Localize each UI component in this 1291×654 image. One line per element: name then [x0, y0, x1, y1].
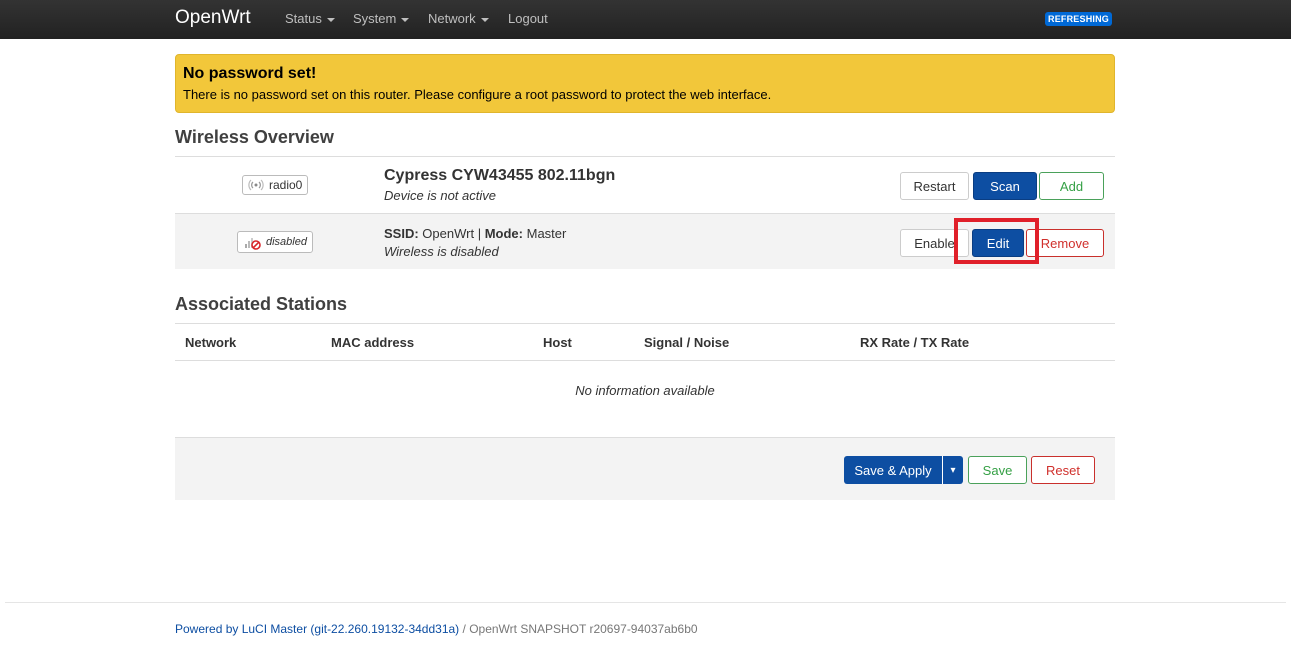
column-header-signal: Signal / Noise — [644, 335, 730, 350]
mode-label: Mode: — [484, 226, 523, 241]
save-apply-dropdown-toggle[interactable]: ▾ — [942, 456, 963, 484]
column-header-network: Network — [185, 335, 237, 350]
caret-down-icon — [326, 17, 335, 22]
radio-title: Cypress CYW43455 802.11bgn — [384, 167, 616, 184]
save-apply-button[interactable]: Save & Apply — [844, 456, 942, 484]
column-header-mac: MAC address — [331, 335, 415, 350]
associated-stations-heading: Associated Stations — [175, 294, 348, 314]
wifi-disabled-icon — [245, 238, 261, 250]
alert-text: There is no password set on this router.… — [183, 87, 772, 102]
save-apply-split-button: Save & Apply ▾ — [844, 456, 963, 484]
reset-button[interactable]: Reset — [1031, 456, 1095, 484]
radio-status: Device is not active — [384, 188, 496, 203]
add-button[interactable]: Add — [1039, 172, 1104, 200]
network-status-badge: disabled — [237, 231, 313, 253]
restart-button[interactable]: Restart — [900, 172, 969, 200]
menu-status-label: Status — [285, 11, 322, 26]
network-status: Wireless is disabled — [384, 244, 499, 259]
chevron-down-icon: ▾ — [950, 464, 956, 476]
brand-logo[interactable]: OpenWrt — [175, 7, 251, 29]
wifi-signal-icon — [248, 179, 264, 191]
menu-status[interactable]: Status — [285, 11, 335, 26]
form-actions-bar: Save & Apply ▾ Save Reset — [175, 437, 1115, 500]
top-navbar: OpenWrt Status System Network Logout REF… — [0, 0, 1291, 39]
no-password-alert: No password set! There is no password se… — [175, 54, 1115, 113]
menu-network-label: Network — [428, 11, 476, 26]
network-info: SSID: OpenWrt | Mode: Master — [384, 226, 566, 241]
footer-divider — [5, 602, 1286, 603]
radio-badge: radio0 — [242, 175, 309, 195]
radio-row: radio0 Cypress CYW43455 802.11bgn Device… — [175, 156, 1115, 213]
info-separator: | — [477, 226, 482, 241]
menu-system-label: System — [353, 11, 397, 26]
menu-logout-label: Logout — [508, 11, 548, 26]
scan-button[interactable]: Scan — [973, 172, 1037, 200]
menu-logout[interactable]: Logout — [508, 11, 548, 26]
column-header-host: Host — [543, 335, 572, 350]
ssid-label: SSID: — [384, 226, 419, 241]
associated-stations-table: Network MAC address Host Signal / Noise … — [175, 323, 1115, 421]
caret-down-icon — [401, 17, 410, 22]
stations-table-header: Network MAC address Host Signal / Noise … — [175, 323, 1115, 361]
mode-value: Master — [526, 226, 567, 241]
save-button[interactable]: Save — [968, 456, 1027, 484]
menu-network[interactable]: Network — [428, 11, 489, 26]
radio-badge-label: radio0 — [269, 178, 303, 192]
edit-button-highlight — [954, 218, 1039, 264]
column-header-rate: RX Rate / TX Rate — [860, 335, 970, 350]
stations-empty-message: No information available — [575, 383, 715, 398]
wireless-overview-heading: Wireless Overview — [175, 127, 334, 147]
alert-title: No password set! — [183, 65, 317, 82]
openwrt-version-text: / OpenWrt SNAPSHOT r20697-94037ab6b0 — [459, 622, 698, 636]
luci-version-link[interactable]: Powered by LuCI Master (git-22.260.19132… — [175, 622, 459, 636]
ssid-value: OpenWrt — [422, 226, 475, 241]
network-status-label: disabled — [266, 236, 307, 248]
caret-down-icon — [480, 17, 489, 22]
page-footer: Powered by LuCI Master (git-22.260.19132… — [175, 622, 698, 636]
menu-system[interactable]: System — [353, 11, 410, 26]
refreshing-badge[interactable]: REFRESHING — [1045, 12, 1113, 26]
